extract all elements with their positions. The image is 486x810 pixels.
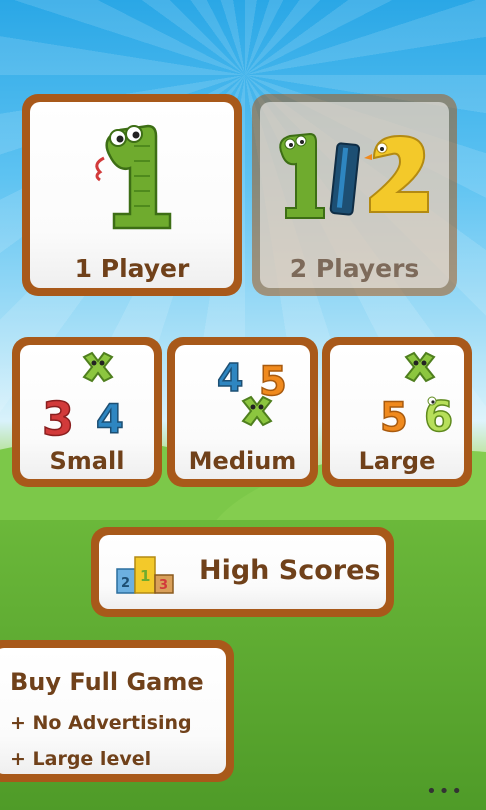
- podium-icon: 2 1 3: [116, 556, 174, 594]
- medium-mascots-icon: 4 5: [216, 355, 288, 427]
- multiply-icon: [404, 351, 436, 383]
- small-button[interactable]: 3 4 Small: [12, 337, 162, 487]
- five-mascot-icon-2: 5: [380, 395, 408, 439]
- three-mascot-icon: 3: [42, 392, 74, 439]
- two-players-panel: 2 Players: [260, 102, 449, 288]
- four-mascot-icon-2: 4: [217, 356, 243, 400]
- high-scores-panel: 2 1 3 High Scores: [99, 535, 386, 609]
- more-options-button[interactable]: •••: [426, 781, 464, 802]
- buy-full-game-button[interactable]: Buy Full Game + No Advertising + Large l…: [0, 640, 234, 782]
- podium-number-2: 2: [121, 576, 130, 591]
- podium-number-3: 3: [159, 578, 168, 593]
- medium-label: Medium: [188, 447, 297, 475]
- small-label: Small: [49, 447, 125, 475]
- one-player-panel: 1 Player: [30, 102, 234, 288]
- multiply-icon: [241, 395, 273, 427]
- multiply-icon: [82, 351, 114, 383]
- four-mascot-icon: 4: [96, 397, 124, 439]
- number-mascots-one-two-icon: [279, 132, 429, 219]
- small-mascots-icon: 3 4: [41, 351, 125, 439]
- medium-button[interactable]: 4 5 Medium: [167, 337, 318, 487]
- medium-panel: 4 5 Medium: [175, 345, 310, 479]
- large-button[interactable]: 5 6 Large: [322, 337, 472, 487]
- two-players-button[interactable]: 2 Players: [252, 94, 457, 296]
- high-scores-label: High Scores: [199, 555, 381, 586]
- buy-full-game-title: Buy Full Game: [10, 668, 204, 696]
- small-panel: 3 4 Small: [20, 345, 154, 479]
- buy-full-game-panel: Buy Full Game + No Advertising + Large l…: [0, 648, 226, 774]
- large-mascots-icon: 5 6: [379, 351, 454, 439]
- feature-no-advertising: + No Advertising: [10, 712, 192, 734]
- podium-number-1: 1: [140, 567, 150, 585]
- high-scores-button[interactable]: 2 1 3 High Scores: [91, 527, 394, 617]
- large-label: Large: [358, 447, 436, 475]
- one-player-button[interactable]: 1 Player: [22, 94, 242, 296]
- feature-large-level: + Large level: [10, 748, 152, 770]
- snake-one-mascot-icon: [95, 124, 172, 230]
- one-player-label: 1 Player: [74, 254, 190, 283]
- large-panel: 5 6 Large: [330, 345, 464, 479]
- two-players-label: 2 Players: [289, 254, 420, 283]
